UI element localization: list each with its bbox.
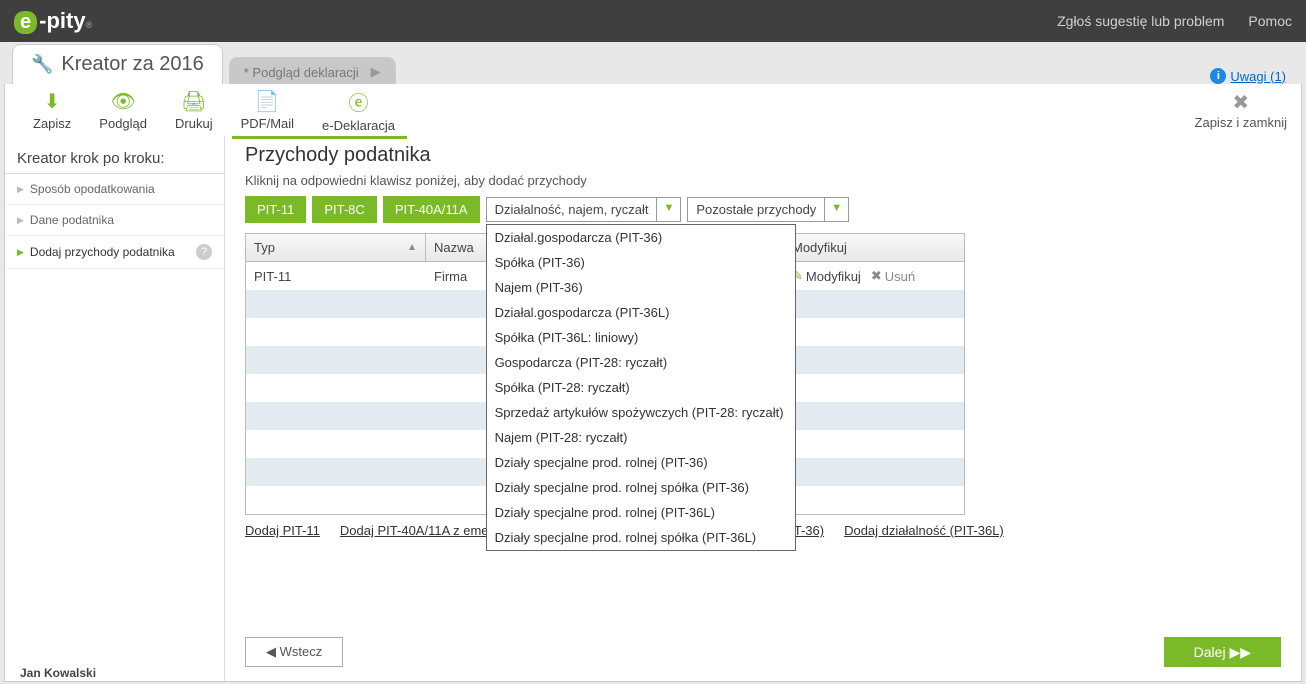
modify-label: Modyfikuj — [806, 269, 861, 284]
dd-item[interactable]: Najem (PIT-36) — [487, 275, 795, 300]
cell-actions: ✎Modyfikuj ✖Usuń — [784, 264, 964, 288]
step-taxation[interactable]: ▶ Sposób opodatkowania — [5, 174, 224, 205]
main: Przychody podatnika Kliknij na odpowiedn… — [225, 84, 1301, 681]
dd-other-arrow[interactable]: ▼ — [825, 197, 849, 222]
user-name: Jan Kowalski — [20, 666, 96, 680]
tab-kreator[interactable]: 🔧 Kreator za 2016 — [12, 44, 223, 84]
dd-activity-arrow[interactable]: ▼ — [657, 197, 681, 222]
dd-item[interactable]: Działy specjalne prod. rolnej spółka (PI… — [487, 525, 795, 550]
income-buttons: PIT-11 PIT-8C PIT-40A/11A Działalność, n… — [245, 196, 1281, 223]
dd-item[interactable]: Sprzedaż artykułów spożywczych (PIT-28: … — [487, 400, 795, 425]
th-type[interactable]: Typ ▲ — [246, 234, 426, 261]
dd-activity-menu: Działal.gospodarcza (PIT-36) Spółka (PIT… — [486, 224, 796, 551]
remarks: i Uwagi (1) — [1210, 68, 1306, 84]
logo: e-pity® — [14, 8, 92, 34]
tri-icon: ▶ — [17, 215, 24, 226]
next-button[interactable]: Dalej ▶▶ — [1164, 637, 1281, 667]
eye-icon: 👁 — [110, 89, 135, 114]
dd-other-button[interactable]: Pozostałe przychody — [687, 197, 825, 222]
sort-icon: ▲ — [407, 242, 417, 253]
info-icon: i — [1210, 68, 1226, 84]
th-modify: Modyfikuj — [784, 234, 964, 261]
topbar: e-pity® Zgłoś sugestię lub problem Pomoc — [0, 0, 1306, 42]
dd-item[interactable]: Spółka (PIT-36) — [487, 250, 795, 275]
delete-button[interactable]: ✖Usuń — [871, 268, 915, 284]
play-icon: ▶ — [371, 64, 381, 80]
tabs: 🔧 Kreator za 2016 * Podgląd deklaracji ▶… — [0, 42, 1306, 84]
preview-button[interactable]: 👁 Podgląd — [85, 89, 161, 131]
dd-item[interactable]: Najem (PIT-28: ryczałt) — [487, 425, 795, 450]
delete-label: Usuń — [885, 269, 915, 284]
dd-activity-button[interactable]: Działalność, najem, ryczałt — [486, 197, 658, 222]
step-taxpayer-data[interactable]: ▶ Dane podatnika — [5, 205, 224, 236]
dd-item[interactable]: Działal.gospodarcza (PIT-36L) — [487, 300, 795, 325]
dd-item[interactable]: Działy specjalne prod. rolnej spółka (PI… — [487, 475, 795, 500]
dd-label: Działalność, najem, ryczałt — [495, 202, 649, 217]
add-pit11-link[interactable]: Dodaj PIT-11 — [245, 523, 320, 538]
save-label: Zapisz — [33, 116, 71, 131]
dd-other: Pozostałe przychody ▼ — [687, 197, 849, 222]
tri-icon: ▶ — [17, 184, 24, 195]
pit40a-button[interactable]: PIT-40A/11A — [383, 196, 480, 223]
dd-item[interactable]: Działy specjalne prod. rolnej (PIT-36) — [487, 450, 795, 475]
print-icon: 🖨 — [181, 89, 206, 114]
dd-item[interactable]: Gospodarcza (PIT-28: ryczałt) — [487, 350, 795, 375]
top-links: Zgłoś sugestię lub problem Pomoc — [1057, 13, 1292, 29]
pit11-button[interactable]: PIT-11 — [245, 196, 306, 223]
dd-item[interactable]: Działy specjalne prod. rolnej (PIT-36L) — [487, 500, 795, 525]
cell-type: PIT-11 — [246, 265, 426, 288]
remarks-link[interactable]: Uwagi (1) — [1230, 69, 1286, 84]
modify-button[interactable]: ✎Modyfikuj — [792, 268, 861, 284]
delete-icon: ✖ — [871, 268, 882, 284]
sidebar-title: Kreator krok po kroku: — [5, 144, 224, 174]
tab-preview[interactable]: * Podgląd deklaracji ▶ — [229, 57, 396, 86]
nav-buttons: ◀ Wstecz Dalej ▶▶ — [245, 637, 1281, 667]
dd-label: Pozostałe przychody — [696, 202, 816, 217]
tab-kreator-label: Kreator za 2016 — [61, 53, 203, 76]
step-add-income[interactable]: ▶ Dodaj przychody podatnika? — [5, 236, 224, 269]
preview-label: Podgląd — [99, 116, 147, 131]
back-button[interactable]: ◀ Wstecz — [245, 637, 343, 667]
back-label: Wstecz — [280, 644, 323, 659]
sidebar: Kreator krok po kroku: ▶ Sposób opodatkow… — [5, 84, 225, 681]
help-link[interactable]: Pomoc — [1248, 13, 1292, 29]
page-title: Przychody podatnika — [245, 144, 1281, 167]
print-label: Drukuj — [175, 116, 213, 131]
print-button[interactable]: 🖨 Drukuj — [161, 89, 227, 131]
dd-item[interactable]: Spółka (PIT-28: ryczałt) — [487, 375, 795, 400]
dd-item[interactable]: Działal.gospodarcza (PIT-36) — [487, 225, 795, 250]
step-label: Dodaj przychody podatnika — [30, 245, 175, 259]
pit8c-button[interactable]: PIT-8C — [312, 196, 376, 223]
dd-activity: Działalność, najem, ryczałt ▼ Działal.go… — [486, 197, 682, 222]
save-icon: ⬇ — [44, 89, 61, 114]
dd-item[interactable]: Spółka (PIT-36L: liniowy) — [487, 325, 795, 350]
step-label: Sposób opodatkowania — [30, 182, 155, 196]
panel: Kreator krok po kroku: ▶ Sposób opodatkow… — [4, 84, 1302, 682]
tri-icon: ▶ — [17, 247, 24, 258]
save-button[interactable]: ⬇ Zapisz — [19, 89, 85, 131]
suggest-link[interactable]: Zgłoś sugestię lub problem — [1057, 13, 1224, 29]
help-icon[interactable]: ? — [196, 244, 212, 260]
step-label: Dane podatnika — [30, 213, 114, 227]
page-hint: Kliknij na odpowiedni klawisz poniżej, a… — [245, 173, 1281, 188]
next-label: Dalej — [1194, 644, 1226, 660]
tab-preview-label: * Podgląd deklaracji — [244, 65, 359, 80]
add-pit36l-link[interactable]: Dodaj działalność (PIT-36L) — [844, 523, 1004, 538]
th-label: Typ — [254, 240, 275, 255]
wrench-icon: 🔧 — [31, 54, 53, 75]
